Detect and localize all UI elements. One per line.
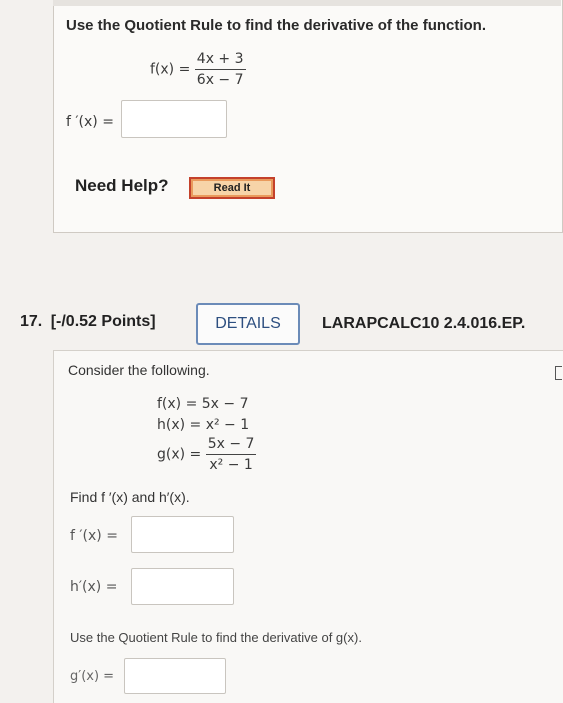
- edge-bracket-mark: [555, 366, 562, 380]
- g-denominator: x² − 1: [209, 457, 253, 473]
- h-prime-label: h′(x) =: [70, 579, 118, 595]
- function-numerator: 4x + 3: [196, 51, 244, 67]
- g-prime-label: g′(x) =: [70, 669, 115, 684]
- question-17-header: 17. [-/0.52 Points]: [20, 313, 156, 331]
- question-number: 17.: [20, 313, 43, 330]
- g-definition: g(x) = 5x − 7 x² − 1: [157, 436, 257, 473]
- question-17-panel: [53, 350, 563, 703]
- need-help-label: Need Help?: [75, 176, 169, 195]
- g-fraction: 5x − 7 x² − 1: [205, 436, 257, 473]
- answer-label: f ′(x) =: [66, 114, 114, 130]
- g-prime-input[interactable]: [124, 658, 226, 694]
- f-prime-input[interactable]: [131, 516, 234, 553]
- function-fraction: 4x + 3 6x − 7: [194, 51, 246, 88]
- details-button[interactable]: DETAILS: [196, 303, 300, 345]
- problem-id: LARAPCALC10 2.4.016.EP.: [322, 315, 526, 332]
- g-numerator: 5x − 7: [207, 436, 255, 452]
- question-points: [-/0.52 Points]: [50, 313, 156, 330]
- panel-top-strip: [53, 0, 561, 6]
- find-prompt: Find f ′(x) and h′(x).: [70, 489, 190, 505]
- h-definition: h(x) = x² − 1: [157, 417, 250, 433]
- question-16-prompt: Use the Quotient Rule to find the deriva…: [66, 17, 487, 34]
- read-it-button[interactable]: Read It: [189, 177, 275, 199]
- quotient-rule-prompt: Use the Quotient Rule to find the deriva…: [70, 630, 362, 645]
- h-prime-input[interactable]: [131, 568, 234, 605]
- function-lhs: f(x) =: [150, 61, 191, 78]
- f-definition: f(x) = 5x − 7: [157, 396, 249, 412]
- f-prime-answer-input[interactable]: [121, 100, 227, 138]
- g-lhs: g(x) =: [157, 446, 202, 463]
- consider-prompt: Consider the following.: [68, 362, 210, 378]
- function-expression: f(x) = 4x + 3 6x − 7: [150, 51, 246, 88]
- function-denominator: 6x − 7: [196, 72, 244, 88]
- f-prime-label: f ′(x) =: [70, 528, 118, 544]
